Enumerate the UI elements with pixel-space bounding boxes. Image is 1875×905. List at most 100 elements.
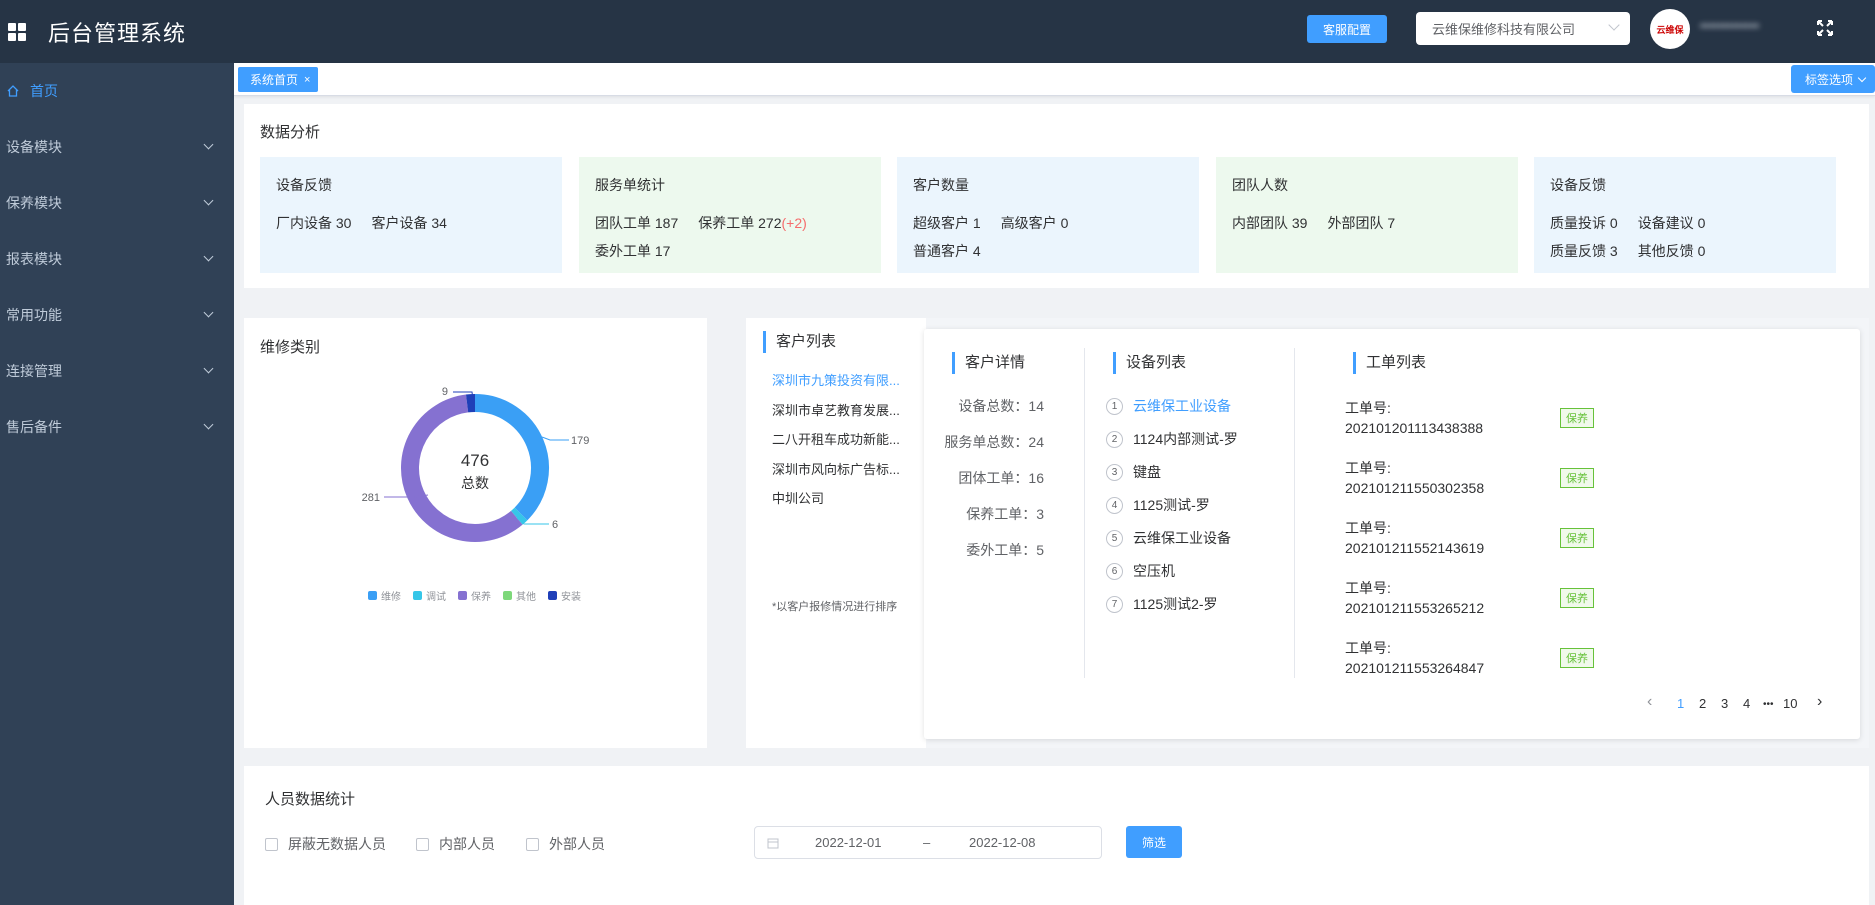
company-select[interactable]: 云维保维修科技有限公司 [1416, 12, 1630, 45]
device-name: 云维保工业设备 [1133, 398, 1231, 414]
checkbox-box[interactable] [265, 837, 278, 851]
apps-grid-icon[interactable] [8, 22, 26, 41]
people-stats-title: 人员数据统计 [265, 791, 356, 808]
pager-page-3[interactable]: 3 [1721, 696, 1728, 711]
workorder-item[interactable]: 工单号: 202101211553264847 [1345, 638, 1484, 678]
device-list-item[interactable]: 7 1125测试2-罗 [1106, 594, 1218, 614]
chevron-down-icon [1608, 19, 1620, 31]
pager-page-2[interactable]: 2 [1699, 696, 1706, 711]
customer-list-item[interactable]: 深圳市卓艺教育发展... [772, 400, 900, 419]
index-badge: 5 [1106, 529, 1123, 547]
legend-item[interactable]: 维修 [368, 588, 401, 603]
customer-list-item[interactable]: 深圳市风向标广告标... [772, 459, 900, 478]
device-name: 键盘 [1133, 464, 1161, 480]
sidebar-item-label: 报表模块 [6, 251, 62, 267]
legend-item[interactable]: 保养 [458, 588, 491, 603]
workorder-item[interactable]: 工单号: 202101211550302358 [1345, 458, 1484, 498]
workorder-item[interactable]: 工单号: 202101201113438388 [1345, 398, 1483, 438]
pager-page-10[interactable]: 10 [1783, 696, 1797, 711]
tab-home[interactable]: 系统首页 × [238, 67, 319, 92]
date-range-picker[interactable]: 2022-12-01 – 2022-12-08 [754, 826, 1102, 859]
index-badge: 6 [1106, 562, 1123, 580]
date-start[interactable]: 2022-12-01 [815, 835, 882, 850]
customer-list-item[interactable]: 中圳公司 [772, 488, 824, 507]
sidebar-item-maintenance[interactable]: 保养模块 [0, 175, 234, 231]
pager-next[interactable]: › [1817, 693, 1822, 711]
workorder-number: 202101211550302358 [1345, 480, 1485, 496]
external-staff-checkbox[interactable]: 外部人员 [526, 834, 605, 854]
pager-page-4[interactable]: 4 [1743, 696, 1750, 711]
sidebar-item-spare-parts[interactable]: 售后备件 [0, 399, 234, 455]
device-list-title: 设备列表 [1113, 352, 1186, 374]
fullscreen-icon[interactable] [1815, 18, 1835, 38]
pager-page-1[interactable]: 1 [1677, 696, 1684, 711]
legend-label: 安装 [561, 592, 581, 603]
customer-detail-title: 客户详情 [952, 352, 1025, 374]
sidebar-item-device[interactable]: 设备模块 [0, 119, 234, 175]
checkbox-box[interactable] [526, 837, 539, 851]
close-icon[interactable]: × [304, 74, 310, 86]
label-leader-line [541, 436, 569, 441]
sidebar-item-home[interactable]: 首页 [0, 63, 234, 119]
legend-item[interactable]: 其他 [503, 588, 536, 603]
device-name: 云维保工业设备 [1133, 530, 1231, 546]
sidebar-item-common[interactable]: 常用功能 [0, 287, 234, 343]
stat-value: 设备建议 0 [1637, 215, 1706, 231]
sidebar-item-connections[interactable]: 连接管理 [0, 343, 234, 399]
workorder-item[interactable]: 工单号: 202101211553265212 [1345, 578, 1484, 618]
hide-empty-checkbox[interactable]: 屏蔽无数据人员 [265, 834, 386, 854]
device-list-item[interactable]: 3 键盘 [1106, 462, 1161, 482]
device-list-item[interactable]: 1 云维保工业设备 [1106, 396, 1231, 416]
checkbox-box[interactable] [416, 837, 429, 851]
workorder-type-tag: 保养 [1560, 588, 1594, 608]
legend-swatch [368, 591, 377, 600]
stat-value: 质量投诉 0 [1550, 215, 1618, 231]
workorder-label: 工单号: [1345, 460, 1391, 476]
filter-button[interactable]: 筛选 [1126, 826, 1182, 858]
stat-value: 厂内设备 30 [276, 215, 352, 231]
legend-swatch [458, 591, 467, 600]
tag-options-label: 标签选项 [1805, 72, 1854, 87]
sidebar-item-reports[interactable]: 报表模块 [0, 231, 234, 287]
stat-box-equipment-feedback: 设备反馈 质量投诉 0 设备建议 0 质量反馈 3 其他反馈 0 [1534, 157, 1836, 273]
pager-ellipsis[interactable]: ••• [1763, 699, 1774, 710]
legend-item[interactable]: 调试 [413, 588, 446, 603]
workorder-number: 202101211553265212 [1345, 600, 1485, 616]
user-name[interactable]: ••••••••••••• [1700, 18, 1810, 38]
device-list-item[interactable]: 6 空压机 [1106, 561, 1175, 581]
sidebar-item-label: 保养模块 [6, 195, 62, 211]
divider [1084, 348, 1085, 678]
legend-swatch [503, 591, 512, 600]
detail-team-orders: 团体工单：16 [958, 470, 1044, 486]
stat-value: 质量反馈 3 [1550, 243, 1618, 259]
customer-list-item[interactable]: 深圳市九策投资有限... [772, 370, 900, 389]
device-name: 1124内部测试-罗 [1133, 431, 1238, 447]
workorder-label: 工单号: [1345, 580, 1391, 596]
chevron-down-icon [203, 139, 214, 150]
stat-box-customers: 客户数量 超级客户 1 高级客户 0 普通客户 4 [897, 157, 1199, 273]
stat-value: 超级客户 1 [913, 215, 981, 231]
workorder-type-tag: 保养 [1560, 528, 1594, 548]
customer-list-title: 客户列表 [763, 331, 836, 353]
date-end[interactable]: 2022-12-08 [969, 835, 1036, 850]
checkbox-label: 外部人员 [549, 836, 605, 852]
device-list-item[interactable]: 2 1124内部测试-罗 [1106, 429, 1238, 449]
service-config-button[interactable]: 客服配置 [1307, 15, 1387, 43]
pager-prev[interactable]: ‹ [1647, 693, 1652, 711]
device-list-item[interactable]: 4 1125测试-罗 [1106, 495, 1210, 515]
device-list-item[interactable]: 5 云维保工业设备 [1106, 528, 1231, 548]
avatar[interactable]: 云维保 [1650, 9, 1690, 49]
chevron-down-icon [1857, 73, 1867, 82]
legend-label: 调试 [426, 592, 446, 603]
workorder-label: 工单号: [1345, 640, 1391, 656]
customer-list-item[interactable]: 二八开租车成功新能... [772, 429, 900, 448]
chevron-down-icon [203, 419, 214, 430]
tag-options-button[interactable]: 标签选项 [1791, 65, 1875, 93]
stat-value: 内部团队 39 [1232, 215, 1308, 231]
workorder-type-tag: 保养 [1560, 408, 1594, 428]
internal-staff-checkbox[interactable]: 内部人员 [416, 834, 495, 854]
legend-item[interactable]: 安装 [548, 588, 581, 603]
chevron-down-icon [203, 307, 214, 318]
workorder-item[interactable]: 工单号: 202101211552143619 [1345, 518, 1484, 558]
stat-value: 外部团队 7 [1327, 215, 1396, 231]
